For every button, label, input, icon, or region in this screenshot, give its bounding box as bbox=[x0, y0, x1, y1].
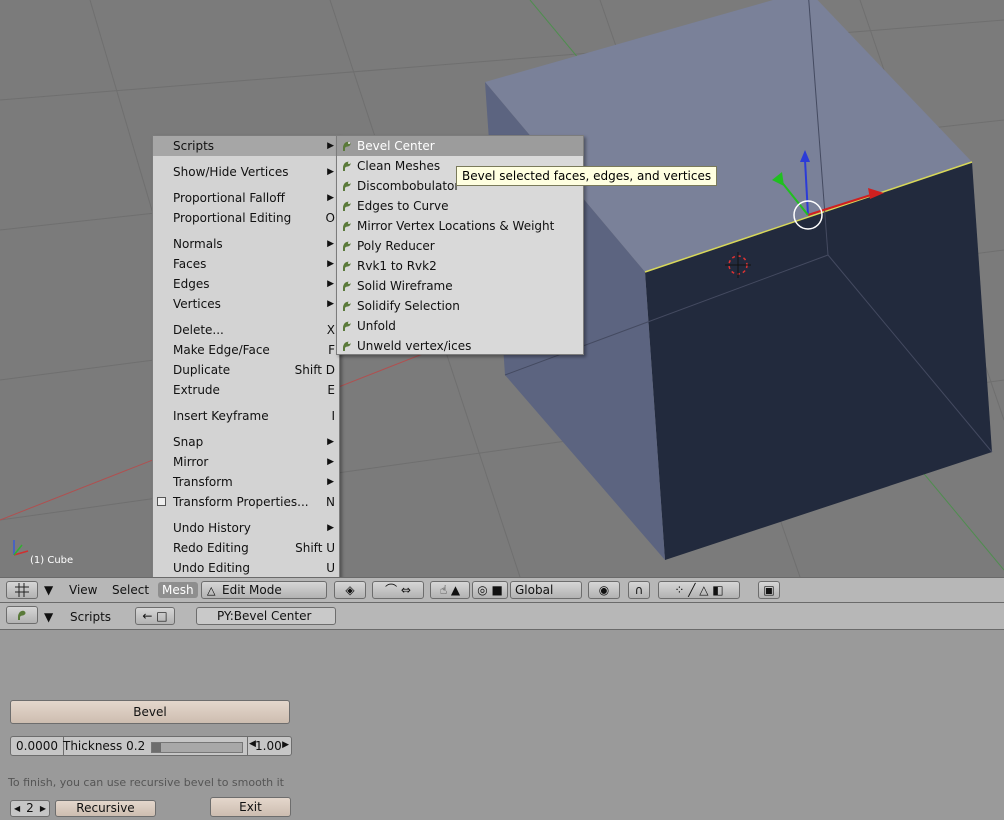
menu-item-transform-properties[interactable]: Transform Properties... N bbox=[153, 492, 339, 512]
recursive-count-field[interactable]: ◀ 2 ▶ bbox=[10, 800, 50, 817]
thickness-slider[interactable]: 0.0000 Thickness 0.2 1.00 ◀ ▶ bbox=[10, 736, 292, 756]
scripts-window-header: ▼ Scripts ← □ PY:Bevel Center bbox=[0, 603, 1004, 630]
menu-item-normals[interactable]: Normals ▶ bbox=[153, 234, 339, 254]
menu-item-mirror[interactable]: Mirror ▶ bbox=[153, 452, 339, 472]
script-item-edges-to-curve[interactable]: Edges to Curve bbox=[337, 196, 583, 216]
pivot-dropdown[interactable]: ◈ bbox=[334, 581, 366, 599]
menu-item-redo-editing[interactable]: Redo Editing Shift U bbox=[153, 538, 339, 558]
proportional-dropdown[interactable]: ◉ bbox=[588, 581, 620, 599]
window-icon: □ bbox=[156, 609, 168, 623]
submenu-arrow-icon: ▶ bbox=[327, 239, 334, 249]
menu-item-proportional-editing[interactable]: Proportional Editing O bbox=[153, 208, 339, 228]
thickness-label: Thickness 0.2 bbox=[63, 739, 146, 753]
manipulator-toggle[interactable]: ⌒ ⇔ bbox=[372, 581, 424, 599]
python-icon bbox=[343, 261, 351, 271]
script-item-bevel-center[interactable]: Bevel Center bbox=[337, 136, 583, 156]
editor-type-button[interactable] bbox=[6, 581, 38, 599]
axis-gizmo-icon bbox=[13, 540, 29, 556]
collapse-triangle-icon[interactable]: ▼ bbox=[44, 582, 53, 598]
submenu-arrow-icon: ▶ bbox=[327, 167, 334, 177]
thickness-max-value: 1.00 bbox=[255, 739, 282, 753]
submenu-arrow-icon: ▶ bbox=[327, 141, 334, 151]
python-icon bbox=[343, 321, 351, 331]
transform-tool-buttons[interactable]: ☝ ▲ bbox=[430, 581, 470, 599]
submenu-arrow-icon: ▶ bbox=[327, 279, 334, 289]
select-mode-buttons[interactable]: ⁘ ╱ △ ◧ bbox=[658, 581, 740, 599]
orientation-dropdown[interactable]: Global bbox=[510, 581, 582, 599]
menu-item-show-hide-vertices[interactable]: Show/Hide Vertices ▶ bbox=[153, 162, 339, 182]
recursive-hint-text: To finish, you can use recursive bevel t… bbox=[8, 776, 284, 789]
thickness-min-value: 0.0000 bbox=[16, 739, 58, 753]
recursive-button[interactable]: Recursive bbox=[55, 800, 156, 817]
exit-button[interactable]: Exit bbox=[210, 797, 291, 817]
slider-fill bbox=[152, 743, 161, 752]
menu-item-make-edge-face[interactable]: Make Edge/Face F bbox=[153, 340, 339, 360]
submenu-arrow-icon: ▶ bbox=[327, 259, 334, 269]
script-item-poly-reducer[interactable]: Poly Reducer bbox=[337, 236, 583, 256]
collapse-triangle-icon[interactable]: ▼ bbox=[44, 609, 53, 625]
python-icon bbox=[18, 610, 26, 620]
menu-item-undo-editing[interactable]: Undo Editing U bbox=[153, 558, 339, 578]
submenu-arrow-icon: ▶ bbox=[327, 299, 334, 309]
menu-item-scripts[interactable]: Scripts ▶ bbox=[153, 136, 339, 156]
submenu-arrow-icon: ▶ bbox=[327, 477, 334, 487]
python-icon bbox=[343, 281, 351, 291]
menu-item-insert-keyframe[interactable]: Insert Keyframe I bbox=[153, 406, 339, 426]
python-icon bbox=[343, 301, 351, 311]
menu-item-delete[interactable]: Delete... X bbox=[153, 320, 339, 340]
arrow-left-icon: ← bbox=[142, 609, 153, 623]
python-icon bbox=[343, 341, 351, 351]
menu-item-vertices[interactable]: Vertices ▶ bbox=[153, 294, 339, 314]
mesh-menu: Scripts ▶ Show/Hide Vertices ▶ Proportiona… bbox=[152, 135, 340, 579]
submenu-arrow-icon: ▶ bbox=[327, 457, 334, 467]
editor-type-button[interactable] bbox=[6, 606, 38, 624]
back-button[interactable]: ← □ bbox=[135, 607, 175, 625]
tooltip: Bevel selected faces, edges, and vertice… bbox=[456, 166, 718, 186]
python-icon bbox=[343, 221, 351, 231]
scripts-menu-label[interactable]: Scripts bbox=[70, 609, 111, 625]
menu-item-faces[interactable]: Faces ▶ bbox=[153, 254, 339, 274]
edit-mode-icon: △ bbox=[207, 584, 216, 597]
python-icon bbox=[343, 161, 351, 171]
submenu-arrow-icon: ▶ bbox=[327, 437, 334, 447]
snap-toggle[interactable]: ∩ bbox=[628, 581, 650, 599]
submenu-arrow-icon: ▶ bbox=[327, 523, 334, 533]
python-icon bbox=[343, 201, 351, 211]
3d-view-header: ▼ View Select Mesh Edit Mode △ ◈ ⌒ ⇔ ☝ ▲… bbox=[0, 577, 1004, 603]
view-menu[interactable]: View bbox=[69, 582, 97, 598]
arrow-left-icon: ◀ bbox=[14, 804, 21, 813]
slider-track[interactable] bbox=[151, 742, 243, 753]
menu-item-extrude[interactable]: Extrude E bbox=[153, 380, 339, 400]
script-item-rvk1-to-rvk2[interactable]: Rvk1 to Rvk2 bbox=[337, 256, 583, 276]
python-icon bbox=[343, 141, 351, 151]
script-item-unfold[interactable]: Unfold bbox=[337, 316, 583, 336]
menu-item-snap[interactable]: Snap ▶ bbox=[153, 432, 339, 452]
python-icon bbox=[343, 241, 351, 251]
arrow-right-icon[interactable]: ▶ bbox=[282, 740, 289, 750]
menu-item-undo-history[interactable]: Undo History ▶ bbox=[153, 518, 339, 538]
checkbox-icon[interactable] bbox=[157, 497, 166, 506]
manipulator-type-buttons[interactable]: ◎ ■ bbox=[472, 581, 508, 599]
mode-dropdown[interactable]: Edit Mode bbox=[201, 581, 327, 599]
menu-item-duplicate[interactable]: Duplicate Shift D bbox=[153, 360, 339, 380]
menu-item-transform[interactable]: Transform ▶ bbox=[153, 472, 339, 492]
script-item-solidify-selection[interactable]: Solidify Selection bbox=[337, 296, 583, 316]
submenu-arrow-icon: ▶ bbox=[327, 193, 334, 203]
object-name-label: (1) Cube bbox=[30, 555, 74, 566]
menu-item-proportional-falloff[interactable]: Proportional Falloff ▶ bbox=[153, 188, 339, 208]
render-preview-button[interactable]: ▣ bbox=[758, 581, 780, 599]
select-menu[interactable]: Select bbox=[112, 582, 149, 598]
mesh-menu-button[interactable]: Mesh bbox=[158, 582, 198, 598]
menu-item-edges[interactable]: Edges ▶ bbox=[153, 274, 339, 294]
script-item-unweld[interactable]: Unweld vertex/ices bbox=[337, 336, 583, 356]
script-item-solid-wireframe[interactable]: Solid Wireframe bbox=[337, 276, 583, 296]
grid-icon bbox=[15, 583, 29, 597]
arrow-right-icon: ▶ bbox=[39, 804, 46, 813]
python-icon bbox=[343, 181, 351, 191]
bevel-button[interactable]: Bevel bbox=[10, 700, 290, 724]
script-item-mirror-vertex[interactable]: Mirror Vertex Locations & Weight bbox=[337, 216, 583, 236]
arrow-left-icon[interactable]: ◀ bbox=[249, 739, 256, 749]
script-panel: Bevel 0.0000 Thickness 0.2 1.00 ◀ ▶ To f… bbox=[0, 630, 1004, 820]
script-selector[interactable]: PY:Bevel Center bbox=[196, 607, 336, 625]
